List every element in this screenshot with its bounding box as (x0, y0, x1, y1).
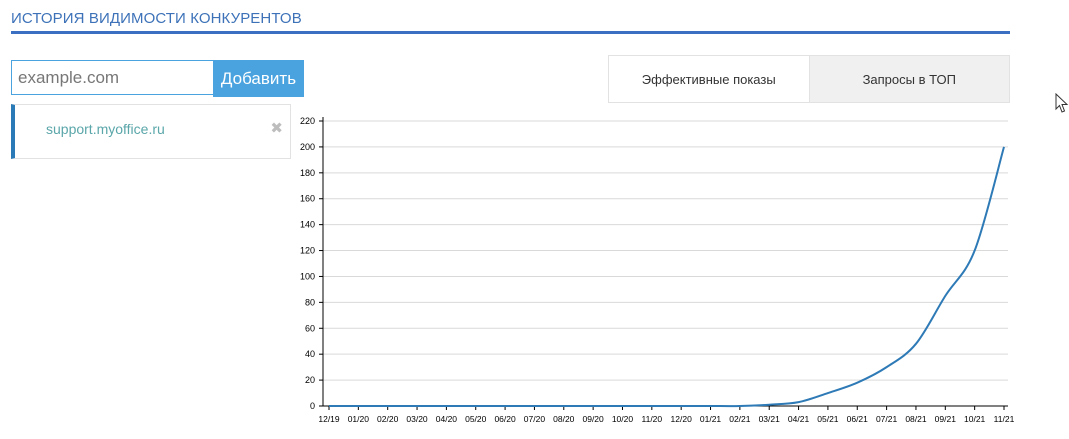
x-tick-label: 01/20 (348, 414, 370, 424)
x-tick-label: 08/20 (553, 414, 575, 424)
x-tick-label: 02/21 (729, 414, 751, 424)
x-tick-label: 08/21 (905, 414, 927, 424)
x-tick-label: 02/20 (377, 414, 399, 424)
x-tick-label: 06/20 (494, 414, 516, 424)
y-tick-label: 120 (300, 246, 315, 256)
x-tick-label: 07/21 (876, 414, 898, 424)
x-tick-label: 09/20 (582, 414, 604, 424)
x-tick-label: 03/20 (406, 414, 428, 424)
y-tick-label: 0 (310, 401, 315, 411)
y-tick-label: 20 (305, 375, 315, 385)
x-tick-label: 07/20 (524, 414, 546, 424)
x-tick-label: 04/20 (436, 414, 458, 424)
x-tick-label: 03/21 (759, 414, 781, 424)
y-tick-label: 200 (300, 142, 315, 152)
x-tick-label: 05/21 (817, 414, 839, 424)
x-tick-label: 11/20 (642, 414, 663, 424)
y-tick-label: 80 (305, 297, 315, 307)
y-tick-label: 180 (300, 168, 315, 178)
x-tick-label: 01/21 (700, 414, 722, 424)
x-tick-label: 11/21 (994, 414, 1015, 424)
x-tick-label: 12/20 (671, 414, 693, 424)
x-tick-label: 09/21 (935, 414, 957, 424)
x-tick-label: 05/20 (465, 414, 487, 424)
y-tick-label: 60 (305, 323, 315, 333)
y-tick-label: 140 (300, 220, 315, 230)
x-tick-label: 10/21 (964, 414, 986, 424)
y-tick-label: 220 (300, 116, 315, 126)
x-tick-label: 10/20 (612, 414, 634, 424)
mouse-cursor-icon (1055, 93, 1069, 113)
y-tick-label: 100 (300, 271, 315, 281)
y-tick-label: 40 (305, 349, 315, 359)
visibility-chart: 0 20 40 60 80 100 120 140 160 180 200 220 12/19 01/20… (300, 116, 1015, 424)
x-tick-label: 12/19 (318, 414, 340, 424)
x-tick-label: 04/21 (788, 414, 810, 424)
x-tick-label: 06/21 (847, 414, 869, 424)
y-tick-label: 160 (300, 194, 315, 204)
